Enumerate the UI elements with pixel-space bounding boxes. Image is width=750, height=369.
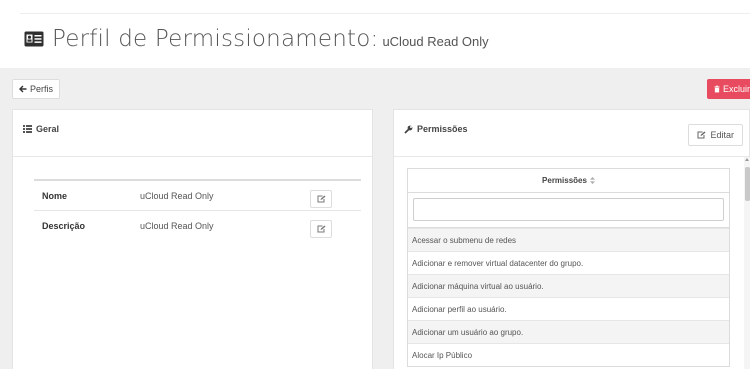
- edit-icon: [317, 225, 325, 233]
- permissions-filter-input[interactable]: [413, 198, 724, 221]
- edit-permissions-button[interactable]: Editar: [688, 124, 743, 146]
- permission-row[interactable]: Adicionar um usuário ao grupo.: [408, 320, 729, 343]
- permissions-scrollbar[interactable]: [744, 157, 750, 369]
- sort-icon: [589, 177, 595, 184]
- page-header: Perfil de Permissionamento: uCloud Read …: [0, 0, 750, 68]
- permissions-column-header[interactable]: Permissões: [408, 169, 729, 193]
- permissions-column-label: Permissões: [542, 176, 587, 185]
- name-value: uCloud Read Only: [140, 191, 214, 201]
- header-divider: [20, 13, 750, 14]
- permission-row[interactable]: Adicionar perfil ao usuário.: [408, 297, 729, 320]
- general-panel: Geral Nome uCloud Read Only Descrição uC…: [12, 109, 373, 369]
- back-to-profiles-button[interactable]: Perfis: [12, 79, 61, 99]
- permissions-panel: Permissões Editar Permissões Acessar o s: [393, 109, 750, 369]
- general-panel-title: Geral: [23, 124, 59, 134]
- general-info-table: Nome uCloud Read Only Descrição uCloud R…: [34, 179, 361, 241]
- wrench-icon: [404, 125, 413, 134]
- permissions-panel-title: Permissões: [404, 124, 468, 134]
- permissions-title-text: Permissões: [417, 124, 468, 134]
- permission-row[interactable]: Acessar o submenu de redes: [408, 228, 729, 251]
- permission-row[interactable]: Alocar Ip Público: [408, 343, 729, 366]
- page-subtitle: uCloud Read Only: [382, 34, 489, 49]
- edit-icon: [317, 195, 325, 203]
- id-card-icon: [24, 31, 44, 47]
- permissions-table: Permissões Acessar o submenu de redes Ad…: [407, 168, 730, 367]
- trash-icon: [714, 85, 720, 93]
- arrow-left-icon: [19, 85, 27, 93]
- delete-button[interactable]: Excluir: [707, 79, 750, 99]
- info-row-description: Descrição uCloud Read Only: [34, 210, 361, 241]
- main-content: Perfis Excluir Geral Nome uCloud Read On…: [0, 68, 750, 369]
- general-title-text: Geral: [36, 124, 60, 134]
- permission-row[interactable]: Adicionar e remover virtual datacenter d…: [408, 251, 729, 274]
- general-panel-header: Geral: [13, 110, 372, 157]
- description-label: Descrição: [42, 221, 86, 231]
- permission-row[interactable]: Adicionar máquina virtual ao usuário.: [408, 274, 729, 297]
- list-icon: [23, 125, 32, 133]
- name-label: Nome: [42, 191, 68, 201]
- permissions-panel-header: Permissões Editar: [394, 110, 749, 157]
- back-button-label: Perfis: [30, 84, 54, 94]
- info-row-name: Nome uCloud Read Only: [34, 179, 361, 210]
- edit-description-button[interactable]: [310, 220, 332, 238]
- scroll-up-icon[interactable]: [745, 158, 749, 161]
- delete-button-label: Excluir: [722, 84, 750, 94]
- permissions-filter-row: [408, 193, 729, 228]
- page-title: Perfil de Permissionamento: uCloud Read …: [24, 26, 489, 60]
- page-title-text: Perfil de Permissionamento:: [52, 26, 379, 52]
- edit-permissions-label: Editar: [710, 130, 734, 140]
- description-value: uCloud Read Only: [140, 221, 214, 231]
- scrollbar-thumb[interactable]: [745, 167, 750, 201]
- edit-name-button[interactable]: [310, 190, 332, 208]
- edit-icon: [697, 131, 706, 139]
